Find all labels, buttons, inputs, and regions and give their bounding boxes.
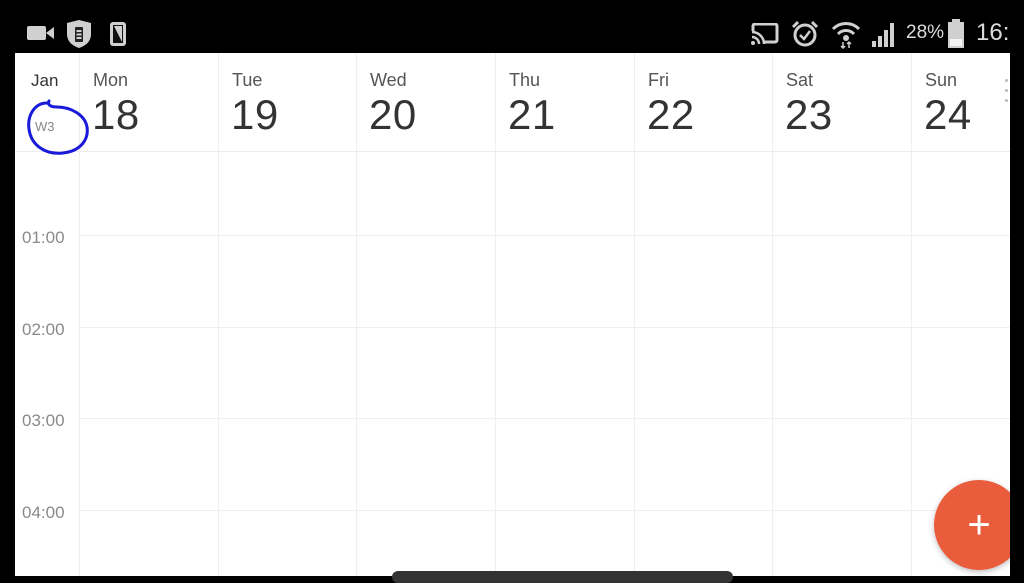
hour-label: 03:00 [22, 411, 65, 430]
day-name: Thu [509, 70, 541, 90]
day-name: Sat [786, 70, 814, 90]
hour-line [79, 418, 1010, 419]
day-header-mon[interactable]: Mon 18 [79, 53, 218, 151]
day-date: 18 [92, 91, 140, 138]
overflow-menu-icon[interactable] [1003, 75, 1009, 115]
day-date: 20 [369, 91, 417, 138]
day-header-wed[interactable]: Wed 20 [356, 53, 495, 151]
day-header-fri[interactable]: Fri 22 [634, 53, 772, 151]
day-date: 24 [924, 91, 972, 138]
day-date: 19 [231, 91, 279, 138]
week-header: Jan W3 Mon 18 Tue 19 Wed 20 Thu 21 Fri 2… [15, 53, 1010, 155]
day-header-thu[interactable]: Thu 21 [495, 53, 634, 151]
signal-icon [870, 21, 898, 47]
day-name: Mon [93, 70, 129, 90]
day-name: Fri [648, 70, 669, 90]
clock-time: 16: [976, 19, 1010, 46]
screen-rotate-icon [109, 21, 127, 47]
day-name: Tue [232, 70, 263, 90]
shield-battery-icon [65, 20, 93, 48]
hour-line [79, 510, 1010, 511]
navigation-handle[interactable] [392, 571, 733, 583]
day-name: Sun [925, 70, 958, 90]
day-date: 23 [785, 91, 833, 138]
day-date: 22 [647, 91, 695, 138]
battery-percent: 28% [906, 22, 945, 43]
status-bar: 28% 16: [0, 0, 1024, 53]
day-header-sun[interactable]: Sun 24 [911, 53, 1010, 151]
battery-icon [946, 19, 966, 49]
hour-label: 02:00 [22, 320, 65, 339]
wifi-icon [831, 19, 861, 49]
alarm-icon [791, 20, 819, 48]
hour-label: 04:00 [22, 503, 65, 522]
week-number[interactable]: W3 [35, 119, 55, 134]
calendar-week-view: Jan W3 Mon 18 Tue 19 Wed 20 Thu 21 Fri 2… [15, 53, 1010, 576]
day-header-sat[interactable]: Sat 23 [772, 53, 911, 151]
day-header-tue[interactable]: Tue 19 [218, 53, 356, 151]
month-label: Jan [31, 71, 59, 90]
hour-line [79, 235, 1010, 236]
plus-icon: + [967, 502, 991, 547]
day-name: Wed [370, 70, 407, 90]
hour-line [79, 327, 1010, 328]
day-date: 21 [508, 91, 556, 138]
video-camera-icon [27, 24, 55, 42]
hour-label: 01:00 [22, 228, 65, 247]
add-event-button[interactable]: + [934, 480, 1010, 570]
cast-icon [751, 23, 779, 45]
